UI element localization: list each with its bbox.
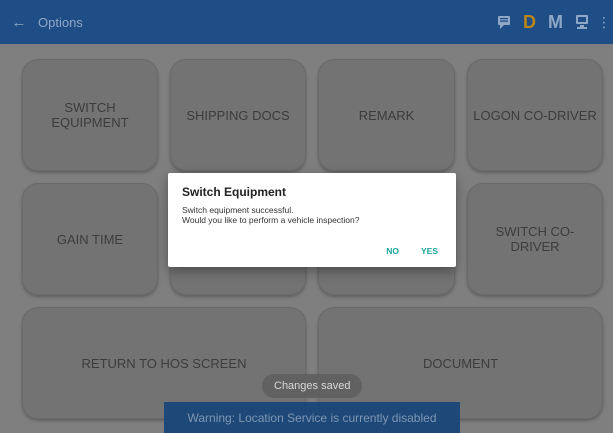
tile-label: SWITCH EQUIPMENT xyxy=(51,100,129,130)
location-warning-banner: Warning: Location Service is currently d… xyxy=(164,402,460,433)
message-button[interactable] xyxy=(497,15,511,30)
arrow-left-icon: ← xyxy=(11,13,27,31)
tile-label: GAIN TIME xyxy=(56,231,124,247)
shipping-docs-button[interactable]: SHIPPING DOCS xyxy=(170,59,306,171)
dialog-title: Switch Equipment xyxy=(182,185,287,199)
device-icon xyxy=(576,15,588,29)
device-button[interactable] xyxy=(575,14,589,30)
no-button[interactable]: NO xyxy=(386,246,399,256)
dialog-actions: NO YES xyxy=(386,246,438,256)
remark-button[interactable]: REMARK xyxy=(318,59,455,171)
tile-label: SHIPPING DOCS xyxy=(186,107,290,123)
tile-label: DOCUMENT xyxy=(422,355,499,371)
overflow-menu-icon[interactable]: ⋮ xyxy=(597,14,611,31)
mode-m[interactable]: M xyxy=(548,12,563,33)
switch-co-driver-button[interactable]: SWITCH CO- DRIVER xyxy=(467,183,603,295)
gain-time-button[interactable]: GAIN TIME xyxy=(22,183,158,295)
appbar-actions: D M ⋮ xyxy=(497,0,611,44)
back-button[interactable]: ← xyxy=(0,14,38,31)
dialog-message-line-2: Would you like to perform a vehicle insp… xyxy=(182,215,360,225)
tile-label: RETURN TO HOS SCREEN xyxy=(81,355,247,371)
yes-button[interactable]: YES xyxy=(421,246,438,256)
page-title: Options xyxy=(38,14,83,30)
app-bar: ← Options D M ⋮ xyxy=(0,0,613,44)
switch-equipment-dialog: Switch Equipment Switch equipment succes… xyxy=(168,173,456,267)
tile-label: LOGON CO-DRIVER xyxy=(473,107,597,123)
logon-co-driver-button[interactable]: LOGON CO-DRIVER xyxy=(467,59,603,171)
switch-equipment-button[interactable]: SWITCH EQUIPMENT xyxy=(22,59,158,171)
duty-status-d[interactable]: D xyxy=(523,12,536,33)
message-icon xyxy=(498,15,510,29)
tile-label: REMARK xyxy=(358,107,415,123)
dialog-message-line-1: Switch equipment successful. xyxy=(182,205,294,215)
tile-label: SWITCH CO- DRIVER xyxy=(495,224,575,254)
toast: Changes saved xyxy=(262,374,363,398)
dialog-message: Switch equipment successful. Would you l… xyxy=(182,205,444,225)
